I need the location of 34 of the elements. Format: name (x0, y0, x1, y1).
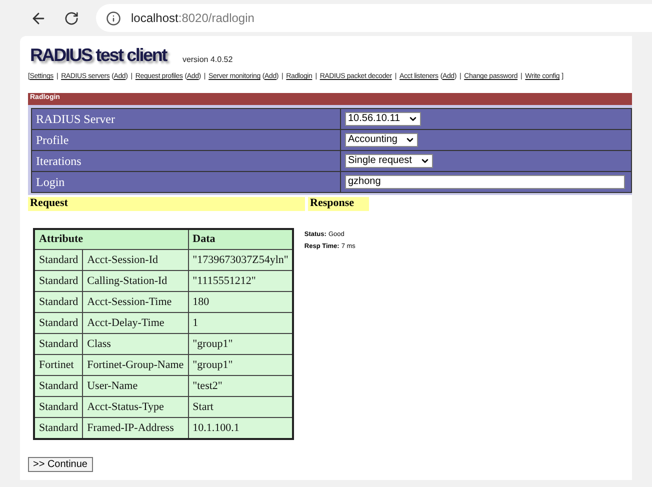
table-cell: Standard (34, 270, 83, 292)
dropdown[interactable]: 10.56.10.11 (345, 112, 422, 126)
login-field[interactable]: gzhong (345, 174, 625, 188)
form-label: Iterations (32, 150, 340, 170)
form-label: Login (32, 172, 340, 192)
column-header: Attribute (34, 228, 188, 250)
table-cell: Acct-Status-Type (82, 396, 188, 418)
site-title: RADIUS test client (30, 44, 166, 67)
table-cell: Calling-Station-Id (82, 270, 188, 292)
dropdown[interactable]: Accounting (345, 132, 418, 146)
address-bar[interactable]: localhost:8020/radlogin (96, 4, 652, 32)
reload-icon[interactable] (64, 10, 79, 26)
table-cell: Standard (34, 250, 83, 270)
table-cell: Fortinet (34, 354, 83, 376)
table-cell: Acct-Session-Id (82, 250, 188, 270)
request-heading: Request (28, 196, 305, 210)
table-cell: Class (82, 334, 188, 354)
table-cell: Acct-Delay-Time (82, 312, 188, 334)
info-icon[interactable] (106, 10, 121, 26)
url-text: localhost:8020/radlogin (131, 10, 254, 27)
version-text: version 4.0.52 (182, 54, 233, 66)
response-heading: Response (308, 196, 369, 210)
continue-button[interactable]: >> Continue (28, 456, 92, 472)
table-cell: Acct-Session-Time (82, 292, 188, 312)
form-label: RADIUS Server (32, 108, 340, 128)
table-cell: Standard (34, 376, 83, 396)
table-cell: Standard (34, 396, 83, 418)
table-cell: Standard (34, 334, 83, 354)
form-label: Profile (32, 130, 340, 150)
dropdown[interactable]: Single request (345, 154, 433, 168)
table-cell: Standard (34, 312, 83, 334)
table-cell: Standard (34, 292, 83, 312)
table-cell: Fortinet-Group-Name (82, 354, 188, 376)
table-cell: User-Name (82, 376, 188, 396)
